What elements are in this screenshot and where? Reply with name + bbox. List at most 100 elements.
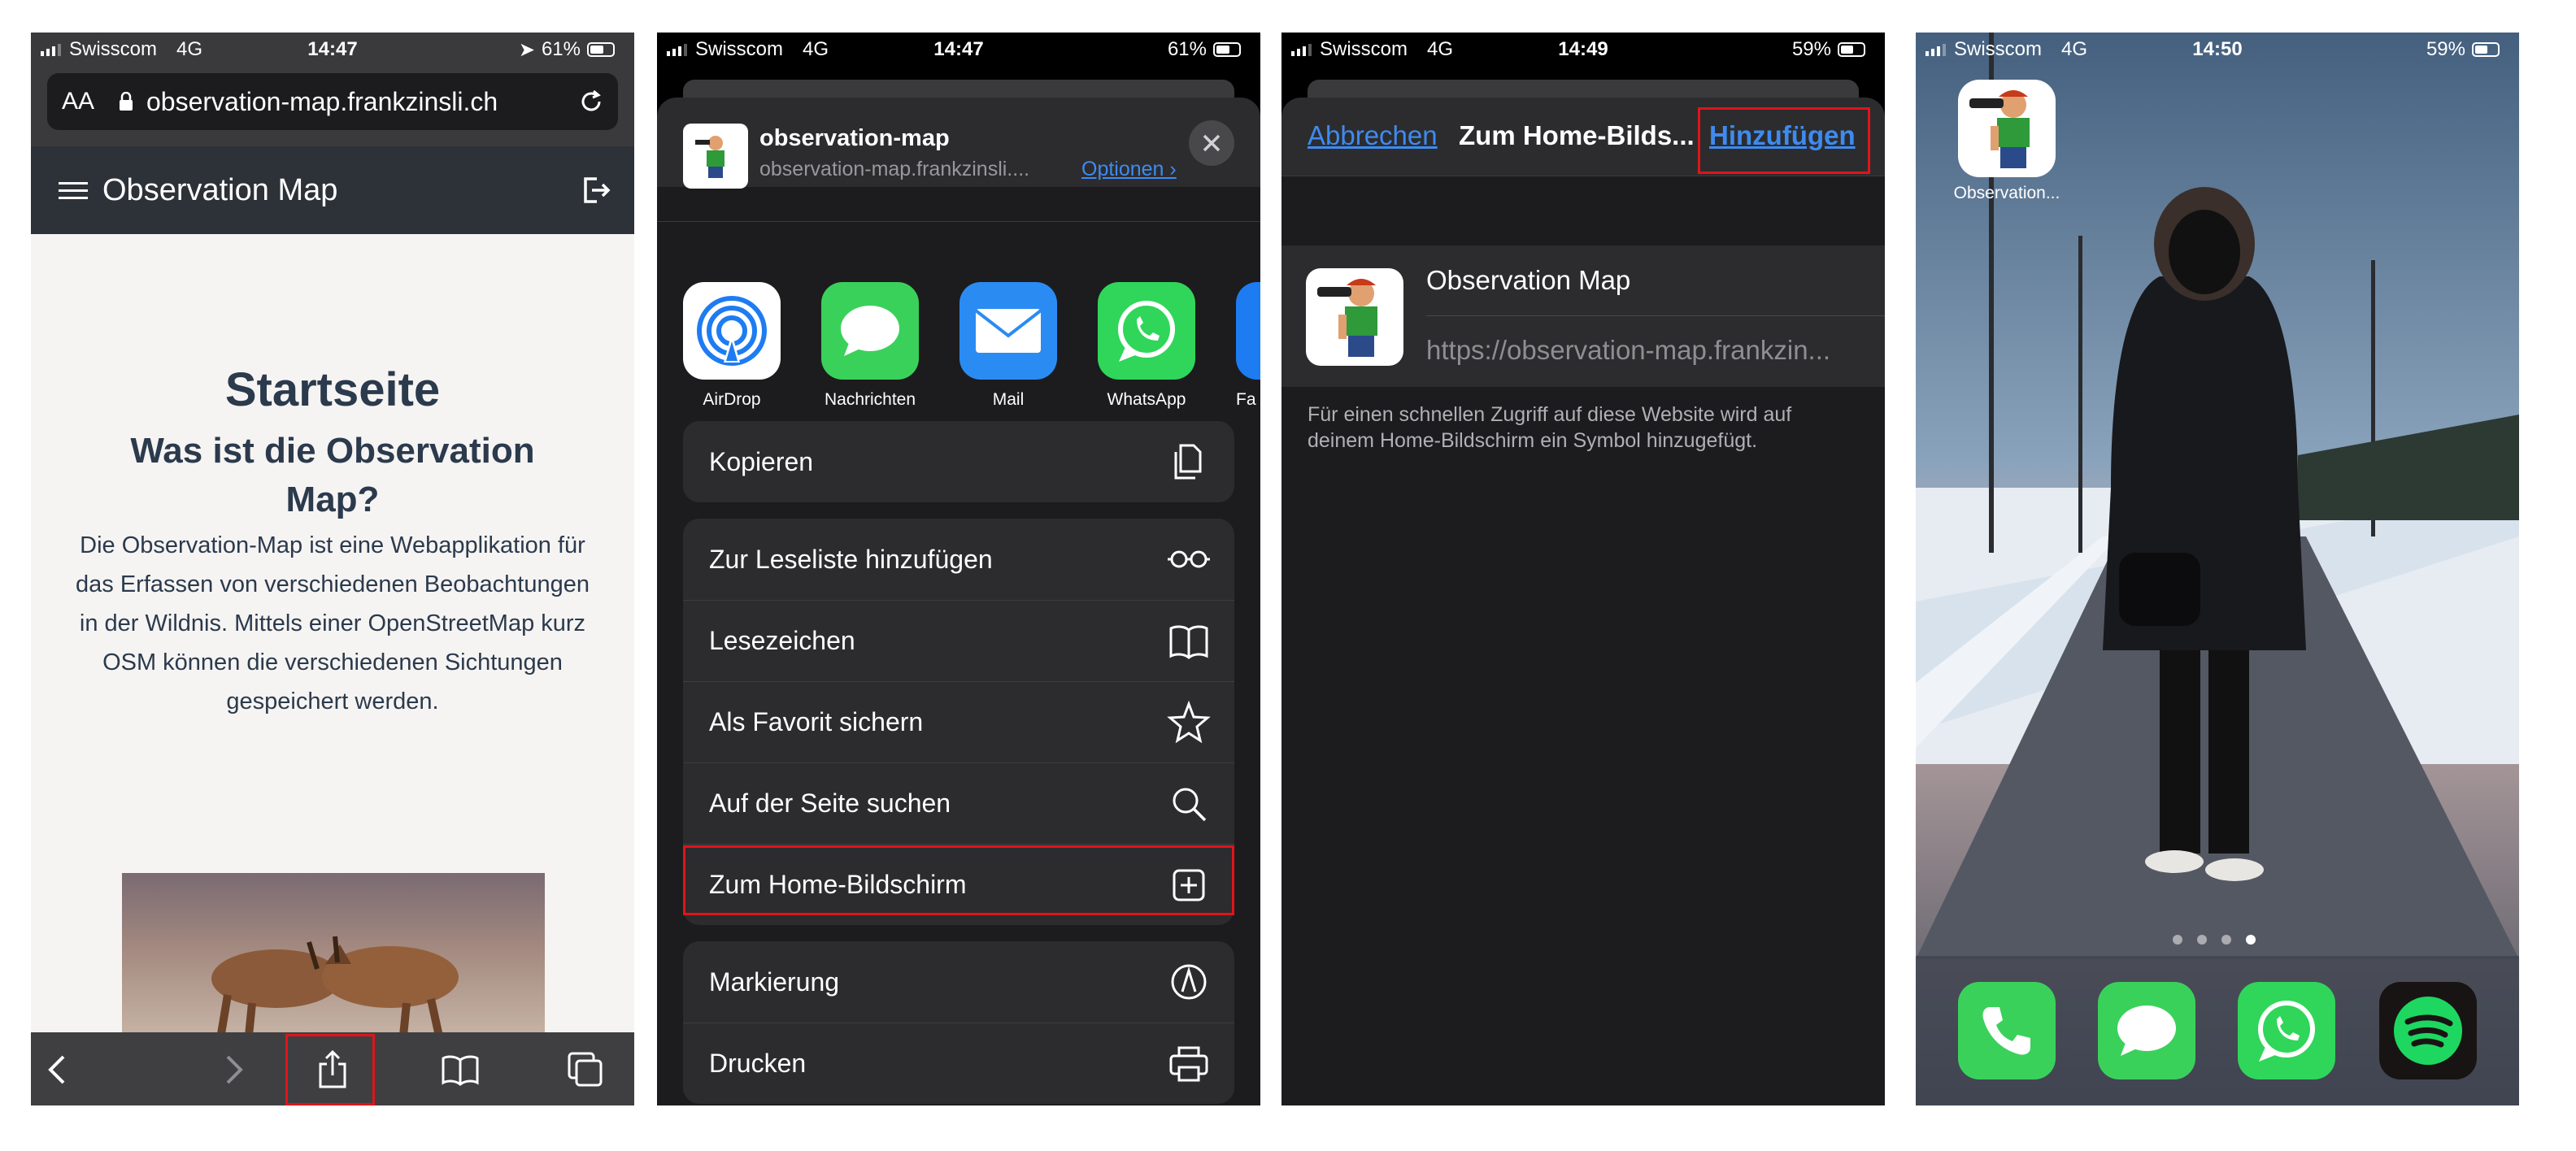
back-icon[interactable] bbox=[34, 1047, 80, 1092]
spotify-icon[interactable] bbox=[2379, 982, 2477, 1079]
dock bbox=[1916, 956, 2519, 1105]
battery-percent: 61% bbox=[1167, 38, 1207, 60]
location-icon: ➤ bbox=[518, 38, 535, 61]
lock-icon bbox=[119, 92, 146, 111]
search-icon bbox=[1173, 788, 1207, 822]
messages-icon[interactable] bbox=[821, 282, 919, 380]
app-label: Nachrichten bbox=[824, 390, 916, 409]
address-bar: AA observation-map.frankzinsli.ch bbox=[31, 67, 634, 146]
bookmark-preview: Observation Map https://observation-map.… bbox=[1281, 245, 1885, 387]
share-sheet-screen: Swisscom 4G 14:47 61% observation-map ob… bbox=[657, 33, 1260, 1105]
close-icon bbox=[1203, 134, 1221, 152]
printer-icon bbox=[1169, 1046, 1208, 1082]
find-on-page-action[interactable]: Auf der Seite suchen bbox=[683, 762, 1234, 844]
copy-icon bbox=[1174, 444, 1202, 480]
highlight-add-to-home bbox=[683, 845, 1234, 915]
url-text: observation-map.frankzinsli.ch bbox=[146, 86, 498, 116]
star-icon bbox=[1167, 700, 1211, 744]
status-bar: Swisscom 4G 14:50 59% bbox=[1916, 33, 2519, 67]
signal-icon bbox=[1925, 43, 1946, 56]
tabs-icon[interactable] bbox=[563, 1047, 608, 1092]
app-label: Fa bbox=[1236, 390, 1256, 409]
clock: 14:49 bbox=[1558, 38, 1608, 60]
app-label: Mail bbox=[992, 390, 1025, 409]
page-dots bbox=[2173, 935, 2256, 945]
network: 4G bbox=[1427, 38, 1454, 60]
status-bar: Swisscom 4G 14:49 59% bbox=[1281, 33, 1885, 67]
logout-icon[interactable] bbox=[579, 174, 611, 211]
signal-icon bbox=[667, 43, 687, 56]
intro-paragraph: Die Observation-Map ist eine Webapplikat… bbox=[76, 532, 590, 714]
observation-map-app-icon[interactable] bbox=[1958, 80, 2056, 177]
signal-icon bbox=[41, 43, 61, 56]
menu-icon[interactable] bbox=[59, 181, 88, 199]
clock: 14:50 bbox=[2192, 38, 2243, 60]
battery-icon bbox=[2472, 42, 2500, 57]
markup-icon bbox=[1171, 964, 1207, 1000]
highlight-share bbox=[285, 1034, 375, 1105]
battery-percent: 59% bbox=[1791, 38, 1831, 60]
network: 4G bbox=[2061, 38, 2088, 60]
reading-list-action[interactable]: Zur Leseliste hinzufügen bbox=[683, 519, 1234, 600]
markup-action[interactable]: Markierung bbox=[683, 941, 1234, 1023]
clock: 14:47 bbox=[933, 38, 984, 60]
carrier: Swisscom bbox=[695, 38, 784, 60]
copy-action[interactable]: Kopieren bbox=[683, 421, 1234, 502]
home-screen: Swisscom 4G 14:50 59% Observation... bbox=[1916, 33, 2519, 1105]
battery-icon bbox=[1838, 42, 1865, 57]
share-subtitle: observation-map.frankzinsli.... bbox=[759, 158, 1030, 180]
web-clip-icon bbox=[1306, 268, 1403, 366]
mail-icon[interactable] bbox=[959, 282, 1057, 380]
status-bar: Swisscom 4G 14:47 61% bbox=[657, 33, 1260, 67]
app-label: WhatsApp bbox=[1107, 390, 1186, 409]
messages-icon[interactable] bbox=[2098, 982, 2195, 1079]
markup-group: Markierung Drucken bbox=[683, 941, 1234, 1104]
whatsapp-icon[interactable] bbox=[2238, 982, 2335, 1079]
options-link[interactable]: Optionen › bbox=[1081, 158, 1177, 181]
carrier: Swisscom bbox=[1954, 38, 2043, 60]
cancel-button[interactable]: Abbrechen bbox=[1308, 120, 1438, 151]
battery-icon bbox=[587, 42, 615, 57]
safari-screen: Swisscom 4G 14:47 ➤ 61% AA observation-m… bbox=[31, 33, 634, 1105]
app-row: AirDrop Nachrichten Mail WhatsApp Fa bbox=[657, 245, 1260, 409]
info-note: Für einen schnellen Zugriff auf diese We… bbox=[1308, 403, 1792, 452]
copy-group: Kopieren bbox=[683, 421, 1234, 502]
site-icon bbox=[683, 124, 748, 189]
url-field[interactable]: AA observation-map.frankzinsli.ch bbox=[47, 73, 618, 130]
app-label: AirDrop bbox=[703, 390, 761, 409]
reload-icon[interactable] bbox=[577, 88, 605, 122]
battery-percent: 59% bbox=[2426, 38, 2465, 60]
add-to-home-screen: Swisscom 4G 14:49 59% Abbrechen Zum Home… bbox=[1281, 33, 1885, 1105]
facebook-icon[interactable] bbox=[1236, 282, 1260, 380]
page-title: Startseite bbox=[224, 363, 441, 416]
network: 4G bbox=[803, 38, 829, 60]
print-action[interactable]: Drucken bbox=[683, 1023, 1234, 1104]
text-size-button[interactable]: AA bbox=[62, 88, 119, 115]
whatsapp-icon[interactable] bbox=[1098, 282, 1195, 380]
highlight-add-button bbox=[1698, 107, 1870, 174]
share-title: observation-map bbox=[759, 125, 950, 151]
airdrop-icon[interactable] bbox=[683, 282, 781, 380]
page-subtitle: Was ist die Observation Map? bbox=[130, 431, 535, 519]
app-name-field[interactable]: Observation Map bbox=[1426, 265, 1630, 296]
app-header: Observation Map bbox=[31, 146, 634, 234]
bookmarks-icon[interactable] bbox=[437, 1047, 483, 1092]
app-title: Observation Map bbox=[102, 172, 338, 207]
forward-icon[interactable] bbox=[211, 1047, 257, 1092]
share-header: observation-map observation-map.frankzin… bbox=[657, 98, 1260, 189]
bookmark-action[interactable]: Lesezeichen bbox=[683, 600, 1234, 681]
battery-percent: 61% bbox=[541, 38, 581, 60]
book-icon bbox=[1169, 625, 1208, 659]
glasses-icon bbox=[1168, 550, 1210, 568]
signal-icon bbox=[1291, 43, 1312, 56]
carrier: Swisscom bbox=[69, 38, 158, 60]
nav-title: Zum Home-Bilds... bbox=[1459, 120, 1695, 150]
status-bar: Swisscom 4G 14:47 ➤ 61% bbox=[31, 33, 634, 67]
network: 4G bbox=[176, 38, 203, 60]
favorite-action[interactable]: Als Favorit sichern bbox=[683, 681, 1234, 762]
app-icon-label: Observation... bbox=[1953, 184, 2060, 202]
clock: 14:47 bbox=[307, 38, 358, 60]
close-button[interactable] bbox=[1189, 120, 1234, 166]
deer-photo bbox=[122, 873, 545, 1044]
phone-icon[interactable] bbox=[1958, 982, 2056, 1079]
